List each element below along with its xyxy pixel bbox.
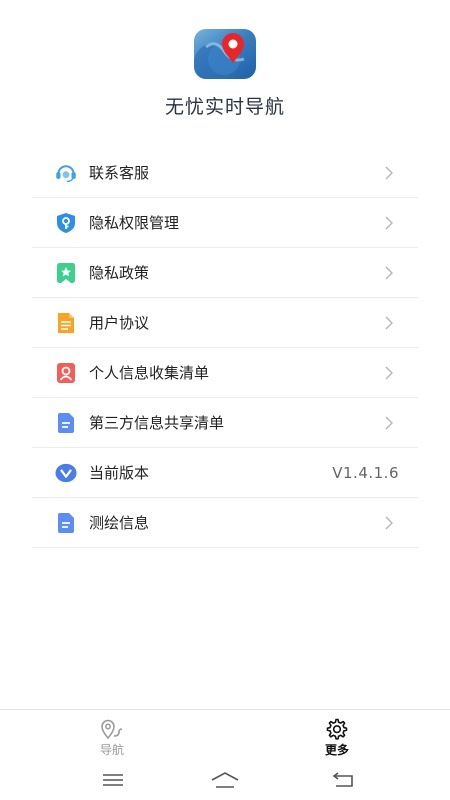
menu-item-label: 当前版本 <box>89 464 150 482</box>
menu-item-label: 测绘信息 <box>89 514 150 532</box>
menu-item-privacy-permissions[interactable]: 隐私权限管理 <box>32 198 418 248</box>
menu-item-privacy-policy[interactable]: 隐私政策 <box>32 248 418 298</box>
version-v-icon <box>55 462 77 484</box>
menu-item-current-version[interactable]: 当前版本 V1.4.1.6 <box>32 448 418 498</box>
menu-item-label: 联系客服 <box>89 164 150 182</box>
chevron-right-icon <box>380 514 398 532</box>
version-number: V1.4.1.6 <box>332 463 399 482</box>
menu-item-contact-support[interactable]: 联系客服 <box>32 148 418 198</box>
menu-item-label: 隐私权限管理 <box>89 214 180 232</box>
menu-item-user-agreement[interactable]: 用户协议 <box>32 298 418 348</box>
system-navigation-bar <box>0 759 450 800</box>
bookmark-star-icon <box>55 262 77 284</box>
bottom-tab-bar: 导航 更多 <box>0 709 450 759</box>
menu-item-surveying-info[interactable]: 测绘信息 <box>32 498 418 548</box>
tab-label: 导航 <box>99 743 124 757</box>
map-pin-route-icon <box>82 718 142 740</box>
chevron-right-icon <box>380 264 398 282</box>
menu-item-label: 隐私政策 <box>89 264 150 282</box>
app-logo <box>194 29 256 79</box>
menu-item-personal-info-collection[interactable]: 个人信息收集清单 <box>32 348 418 398</box>
menu-item-label: 个人信息收集清单 <box>89 364 210 382</box>
chevron-right-icon <box>380 164 398 182</box>
chevron-right-icon <box>380 214 398 232</box>
shield-key-icon <box>55 212 77 234</box>
home-icon[interactable] <box>210 769 240 791</box>
tab-label: 更多 <box>324 743 349 757</box>
list-doc-icon <box>55 412 77 434</box>
chevron-right-icon <box>380 314 398 332</box>
header: 无忧实时导航 <box>0 0 450 140</box>
tab-more[interactable]: 更多 <box>307 718 367 758</box>
settings-menu: 联系客服 隐私权限管理 隐私政策 用户协议 个人信息收集清单 第三方信息共享清单… <box>32 148 418 548</box>
menu-item-label: 用户协议 <box>89 314 150 332</box>
list-doc-icon <box>55 512 77 534</box>
menu-item-third-party-sharing[interactable]: 第三方信息共享清单 <box>32 398 418 448</box>
chevron-right-icon <box>380 364 398 382</box>
headset-icon <box>55 162 77 184</box>
tab-navigation[interactable]: 导航 <box>82 718 142 758</box>
gear-icon <box>307 718 367 740</box>
back-icon[interactable] <box>328 769 358 791</box>
document-icon <box>55 312 77 334</box>
chevron-right-icon <box>380 414 398 432</box>
menu-item-label: 第三方信息共享清单 <box>89 414 225 432</box>
app-title: 无忧实时导航 <box>164 96 285 118</box>
user-card-icon <box>55 362 77 384</box>
menu-icon[interactable] <box>98 769 128 791</box>
